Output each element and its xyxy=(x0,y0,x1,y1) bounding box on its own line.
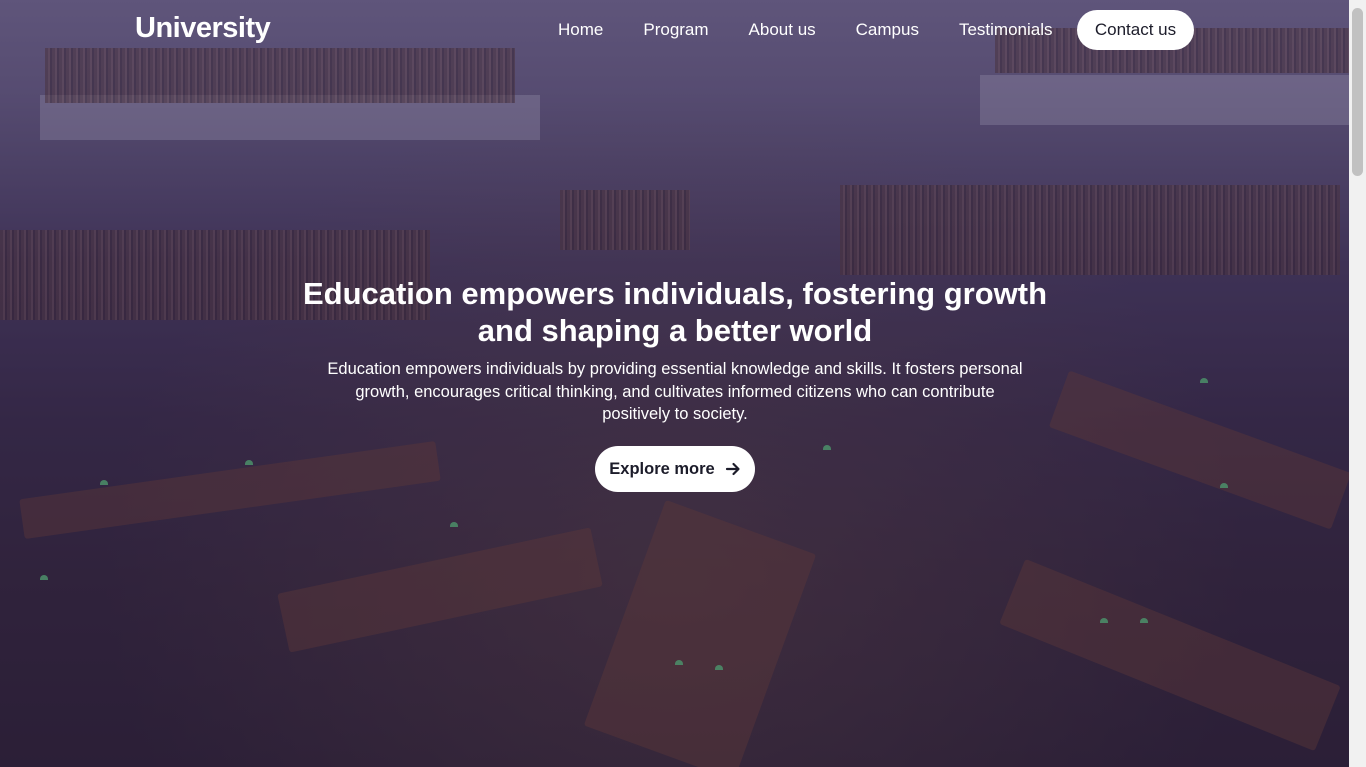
nav-item-home[interactable]: Home xyxy=(558,10,603,50)
hero-section: University Home Program About us Campus … xyxy=(0,0,1349,767)
main-nav: Home Program About us Campus Testimonial… xyxy=(558,10,1093,50)
hero-subtext: Education empowers individuals by provid… xyxy=(327,360,1023,423)
scrollbar-thumb[interactable] xyxy=(1352,8,1363,176)
hero-headline: Education empowers individuals, fosterin… xyxy=(302,276,1048,348)
explore-more-button[interactable]: Explore more xyxy=(595,446,755,492)
nav-item-program[interactable]: Program xyxy=(643,10,708,50)
explore-more-label: Explore more xyxy=(609,459,715,478)
nav-item-campus[interactable]: Campus xyxy=(856,10,919,50)
page-scrollbar[interactable] xyxy=(1349,0,1366,767)
arrow-right-icon xyxy=(725,462,740,476)
nav-item-testimonials[interactable]: Testimonials xyxy=(959,10,1053,50)
brand-logo[interactable]: University xyxy=(135,12,271,45)
nav-item-about-us[interactable]: About us xyxy=(749,10,816,50)
contact-us-button[interactable]: Contact us xyxy=(1077,10,1194,50)
